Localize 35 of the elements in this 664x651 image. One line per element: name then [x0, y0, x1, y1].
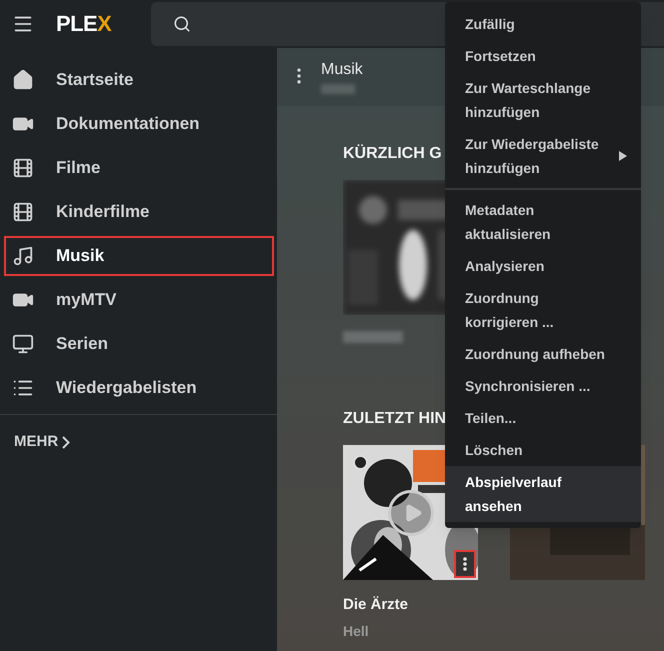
- menu-item[interactable]: Löschen: [445, 434, 641, 466]
- sidebar-label: Startseite: [56, 69, 134, 92]
- menu-item[interactable]: Teilen...: [445, 402, 641, 434]
- menu-item[interactable]: Metadaten aktualisieren: [445, 194, 641, 250]
- sidebar-item[interactable]: Kinderfilme: [4, 192, 274, 232]
- menu-item[interactable]: Synchronisieren ...: [445, 370, 641, 402]
- sidebar-label: myMTV: [56, 289, 116, 312]
- more-link[interactable]: MEHR: [14, 431, 277, 454]
- menu-item[interactable]: Zuordnung korrigieren ...: [445, 282, 641, 338]
- section-heading: ZULETZT HIN: [343, 409, 446, 429]
- sidebar-item[interactable]: Serien: [4, 324, 274, 364]
- sidebar-label: Wiedergabelisten: [56, 377, 197, 400]
- sidebar-item[interactable]: Dokumentationen: [4, 104, 274, 144]
- sidebar-label: Musik: [56, 245, 104, 268]
- sidebar-item[interactable]: Startseite: [4, 60, 274, 100]
- sidebar-item[interactable]: Musik: [4, 236, 274, 276]
- menu-item[interactable]: Abspielverlauf ansehen: [445, 466, 641, 522]
- album-artist: Hell: [343, 622, 370, 640]
- section-heading: KÜRZLICH G: [343, 143, 442, 164]
- sidebar-item[interactable]: myMTV: [4, 280, 274, 320]
- menu-item[interactable]: Zur Wiedergabeliste hinzufügen: [445, 128, 641, 184]
- menu-item[interactable]: Zur Warteschlange hinzufügen: [445, 72, 641, 128]
- menu-item[interactable]: Zufällig: [445, 8, 641, 40]
- sidebar-label: Dokumentationen: [56, 113, 200, 136]
- album-title: Die Ärzte: [343, 595, 410, 615]
- sidebar-label: Filme: [56, 157, 100, 180]
- menu-item[interactable]: Analysieren: [445, 250, 641, 282]
- sidebar-item[interactable]: Filme: [4, 148, 274, 188]
- menu-item[interactable]: Fortsetzen: [445, 40, 641, 72]
- plex-logo[interactable]: PLEX: [56, 13, 112, 35]
- library-title: Musik: [321, 62, 363, 78]
- menu-item[interactable]: Zuordnung aufheben: [445, 338, 641, 370]
- sidebar-label: Serien: [56, 333, 108, 356]
- sidebar-item[interactable]: Wiedergabelisten: [4, 368, 274, 408]
- sidebar-label: Kinderfilme: [56, 201, 150, 224]
